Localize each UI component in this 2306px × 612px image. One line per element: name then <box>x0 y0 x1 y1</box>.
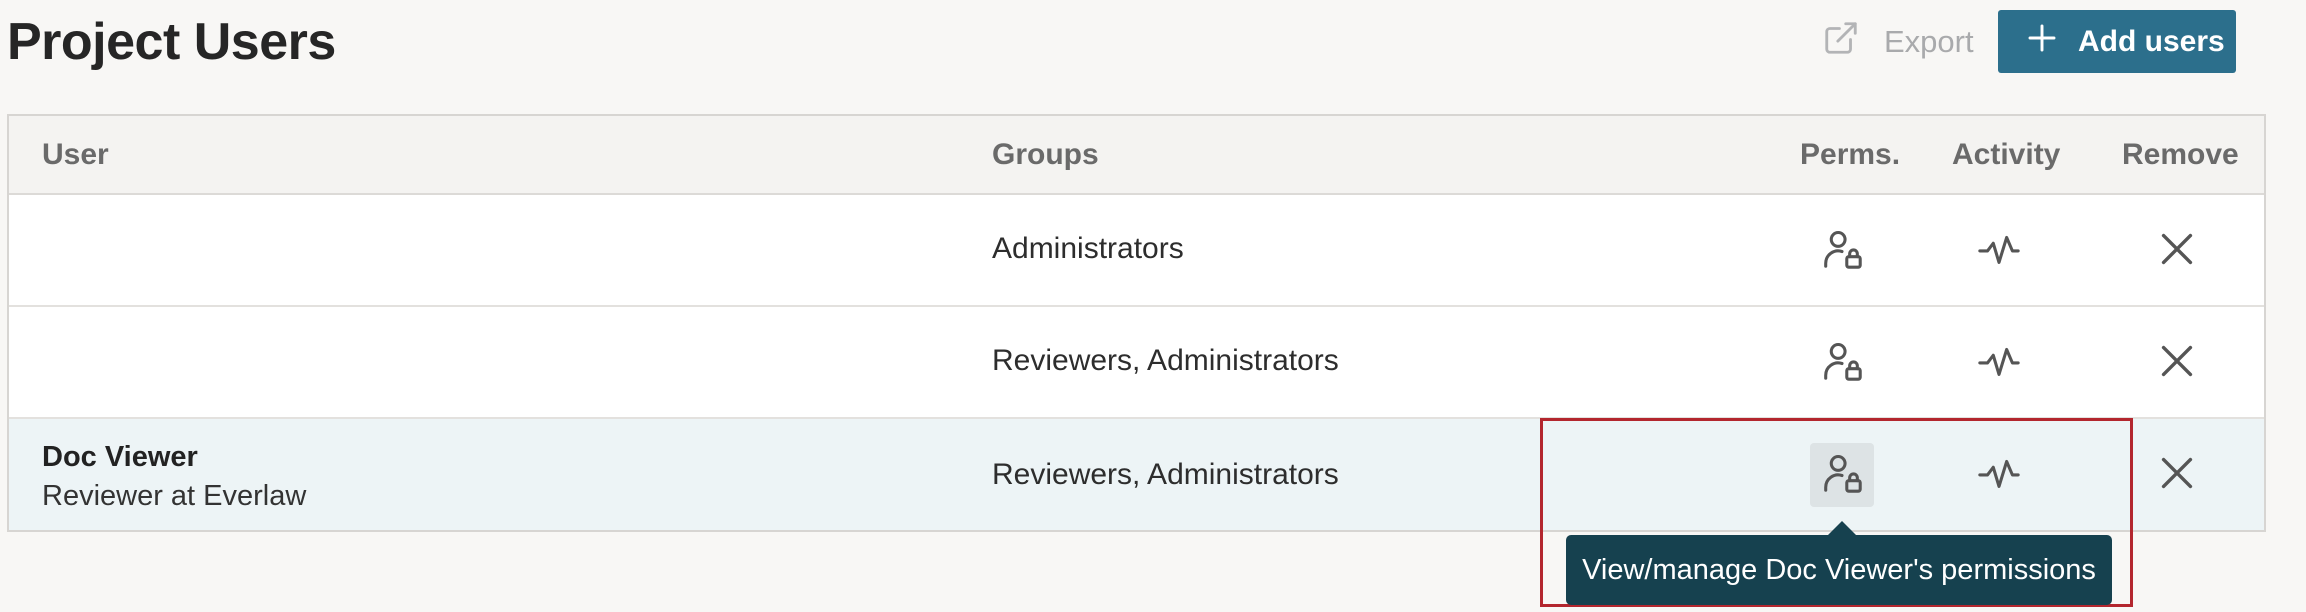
tooltip-arrow <box>1827 521 1857 536</box>
close-icon <box>2154 450 2200 501</box>
activity-pulse-icon <box>1976 338 2022 389</box>
add-users-label: Add users <box>2078 24 2225 58</box>
table-header: User Groups Perms. Activity Remove <box>9 116 2264 195</box>
permissions-button[interactable] <box>1810 443 1874 507</box>
external-link-icon <box>1822 19 1860 65</box>
user-groups: Administrators <box>992 232 1184 265</box>
column-header-remove: Remove <box>2122 138 2239 171</box>
activity-button[interactable] <box>1967 219 2031 283</box>
user-lock-icon <box>1819 338 1865 389</box>
table-row: Reviewers, Administrators <box>9 307 2264 419</box>
add-users-button[interactable]: Add users <box>1998 10 2236 73</box>
remove-user-button[interactable] <box>2145 331 2209 395</box>
close-icon <box>2154 338 2200 389</box>
permissions-button[interactable] <box>1810 219 1874 283</box>
column-header-perms: Perms. <box>1800 138 1901 171</box>
activity-pulse-icon <box>1976 226 2022 277</box>
remove-user-button[interactable] <box>2145 443 2209 507</box>
table-row: Doc Viewer Reviewer at Everlaw Reviewers… <box>9 419 2264 530</box>
activity-pulse-icon <box>1976 450 2022 501</box>
close-icon <box>2154 226 2200 277</box>
table-row: Administrators <box>9 195 2264 307</box>
column-header-groups[interactable]: Groups <box>992 116 1099 193</box>
users-table: User Groups Perms. Activity Remove Admin… <box>7 114 2266 532</box>
export-label: Export <box>1884 24 1974 59</box>
activity-button[interactable] <box>1967 331 2031 395</box>
permissions-button[interactable] <box>1810 331 1874 395</box>
user-lock-icon <box>1819 450 1865 501</box>
plus-icon <box>2026 22 2058 62</box>
user-role: Reviewer at Everlaw <box>42 480 307 512</box>
activity-button[interactable] <box>1967 443 2031 507</box>
user-name: Doc Viewer <box>42 441 198 473</box>
user-groups: Reviewers, Administrators <box>992 458 1339 491</box>
page-title: Project Users <box>7 13 336 71</box>
column-header-user[interactable]: User <box>42 116 109 193</box>
export-button[interactable]: Export <box>1822 12 1974 72</box>
user-groups: Reviewers, Administrators <box>992 344 1339 377</box>
column-header-activity: Activity <box>1952 138 2061 171</box>
user-lock-icon <box>1819 226 1865 277</box>
remove-user-button[interactable] <box>2145 219 2209 283</box>
permissions-tooltip: View/manage Doc Viewer's permissions <box>1566 535 2112 605</box>
